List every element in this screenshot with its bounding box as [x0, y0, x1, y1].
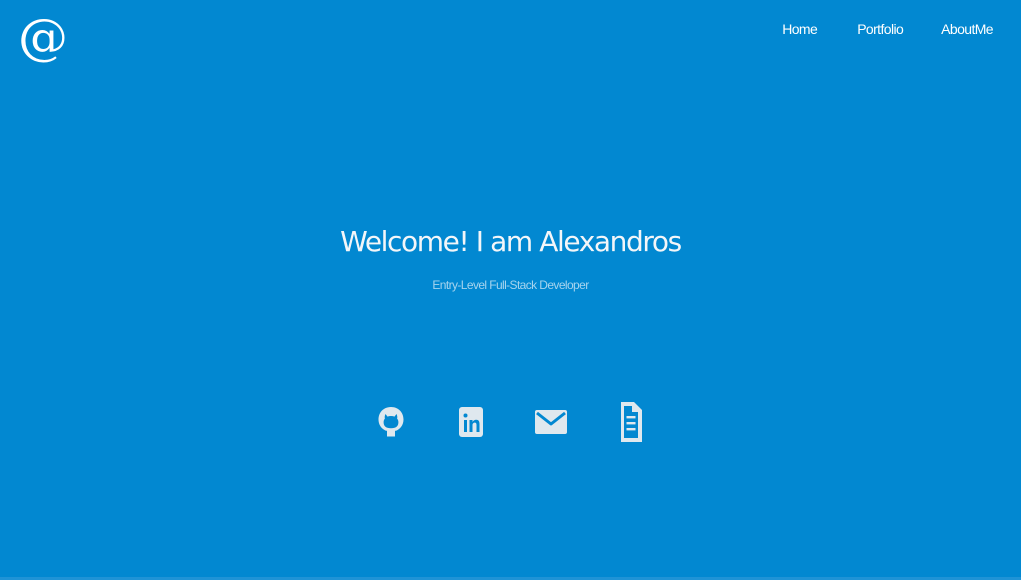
linkedin-icon [458, 407, 483, 437]
at-sign-icon: @ [21, 8, 65, 66]
github-link[interactable] [371, 398, 411, 446]
email-icon [534, 410, 567, 434]
hero-title: Welcome! I am Alexandros [340, 225, 682, 258]
hero-section: Welcome! I am Alexandros Entry-Level Ful… [0, 222, 1021, 292]
nav-home-link[interactable]: Home [782, 21, 818, 37]
page-background: @ Home Portfolio AboutMe Welcome! I am A… [0, 0, 1021, 580]
svg-text:@: @ [21, 8, 65, 66]
logo-link[interactable]: @ [18, 6, 68, 70]
linkedin-link[interactable] [451, 398, 491, 446]
nav-aboutme-link[interactable]: AboutMe [941, 21, 993, 37]
nav-portfolio-link[interactable]: Portfolio [857, 21, 904, 37]
email-link[interactable] [531, 398, 571, 446]
top-navigation: Home Portfolio AboutMe [782, 18, 993, 40]
resume-link[interactable] [611, 398, 651, 446]
github-icon [378, 407, 403, 437]
resume-document-icon [620, 402, 642, 442]
hero-subtitle: Entry-Level Full-Stack Developer [432, 278, 589, 292]
social-links [0, 398, 1021, 446]
